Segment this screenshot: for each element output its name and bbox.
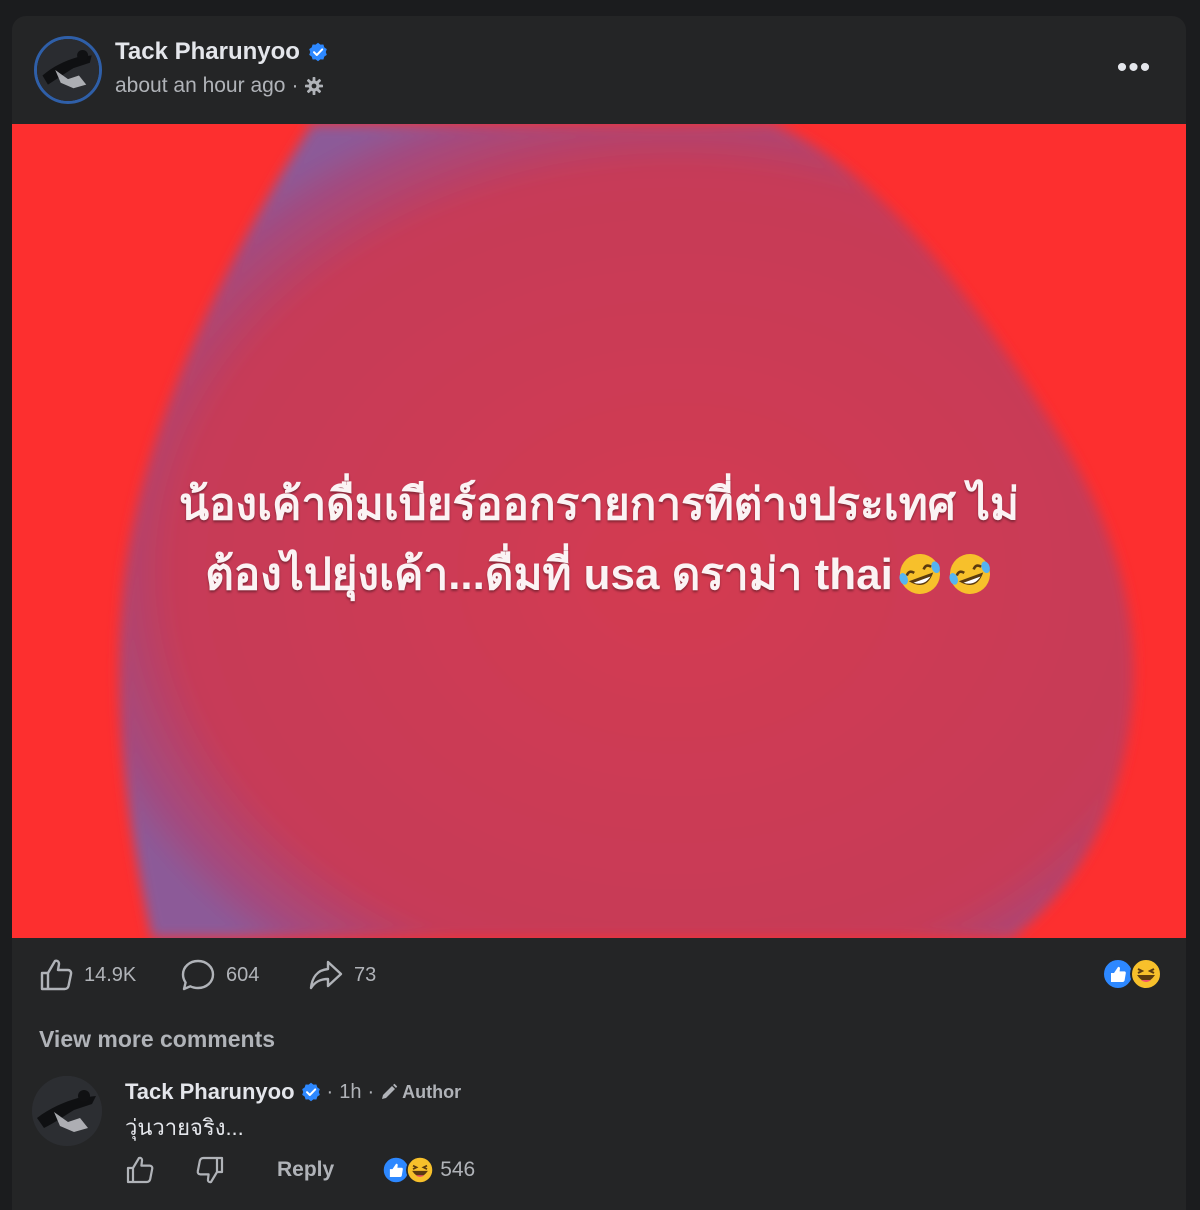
comment-actions: Reply 546 (125, 1152, 475, 1188)
comment-reactions[interactable]: 546 (382, 1156, 475, 1184)
comment-reaction-count: 546 (440, 1158, 476, 1181)
avatar-photo (37, 39, 99, 101)
share-arrow-icon (309, 960, 343, 990)
rolling-laughing-emoji-icon (899, 554, 940, 594)
post-text-line-2: ต้องไปยุ่งเค้า...ดื่มที่ usa ดราม่า thai (205, 550, 893, 599)
meta-separator: · (291, 74, 299, 97)
gear-icon[interactable] (304, 76, 324, 96)
comment-count: 604 (226, 963, 260, 986)
comment-dislike-icon[interactable] (195, 1155, 225, 1185)
comment-author-name[interactable]: Tack Pharunyoo (125, 1079, 295, 1105)
post-text-line-2-row: ต้องไปยุ่งเค้า...ดื่มที่ usa ดราม่า thai (52, 540, 1146, 610)
author-name[interactable]: Tack Pharunyoo (115, 38, 300, 66)
comment-separator: · (326, 1080, 334, 1103)
haha-reaction-icon (406, 1156, 435, 1184)
verified-badge-icon (309, 42, 327, 62)
post-text: น้องเค้าดื่มเบียร์ออกรายการที่ต่างประเทศ… (52, 470, 1146, 610)
pencil-icon (382, 1083, 398, 1099)
post-card: Tack Pharunyoo about an hour ago · ••• น… (12, 16, 1186, 1210)
comment-bubble-icon (181, 959, 215, 991)
more-options-icon: ••• (1116, 51, 1152, 84)
share-count: 73 (354, 963, 377, 986)
author-name-row: Tack Pharunyoo (115, 38, 328, 66)
verified-badge-icon (301, 1082, 320, 1102)
view-more-comments-link[interactable]: View more comments (39, 1026, 275, 1053)
comment-time[interactable]: 1h (339, 1081, 361, 1104)
more-options-button[interactable]: ••• (1112, 50, 1156, 86)
author-badge-label: Author (402, 1081, 462, 1102)
post-timestamp[interactable]: about an hour ago (115, 74, 285, 98)
comment-text: วุ่นวายจริง... (125, 1115, 244, 1140)
reply-button[interactable]: Reply (277, 1158, 334, 1182)
comment-item: Tack Pharunyoo · 1h · Author วุ่นวายจริง… (32, 1076, 1162, 1206)
reactions-summary[interactable] (1102, 958, 1162, 990)
author-badge: Author (380, 1082, 461, 1103)
comment-button[interactable]: 604 (180, 956, 259, 994)
comment-like-icon[interactable] (125, 1155, 155, 1185)
post-text-line-1: น้องเค้าดื่มเบียร์ออกรายการที่ต่างประเทศ… (178, 480, 1020, 529)
share-button[interactable]: 73 (308, 956, 376, 994)
comment-avatar-photo (32, 1076, 102, 1146)
post-meta: about an hour ago · (115, 74, 324, 98)
post-image[interactable]: น้องเค้าดื่มเบียร์ออกรายการที่ต่างประเทศ… (12, 124, 1186, 938)
like-count: 14.9K (84, 963, 137, 986)
comment-header: Tack Pharunyoo · 1h · Author (125, 1079, 461, 1105)
comment-author-avatar[interactable] (32, 1076, 102, 1146)
post-header: Tack Pharunyoo about an hour ago · ••• (12, 16, 1186, 124)
author-avatar[interactable] (34, 36, 102, 104)
post-action-bar: 14.9K 604 73 (12, 938, 1186, 1014)
thumbs-up-icon (40, 959, 73, 991)
rolling-laughing-emoji-icon (949, 554, 990, 594)
comment-separator: · (367, 1080, 375, 1103)
haha-reaction-icon (1130, 958, 1162, 990)
like-button[interactable]: 14.9K (38, 956, 136, 994)
